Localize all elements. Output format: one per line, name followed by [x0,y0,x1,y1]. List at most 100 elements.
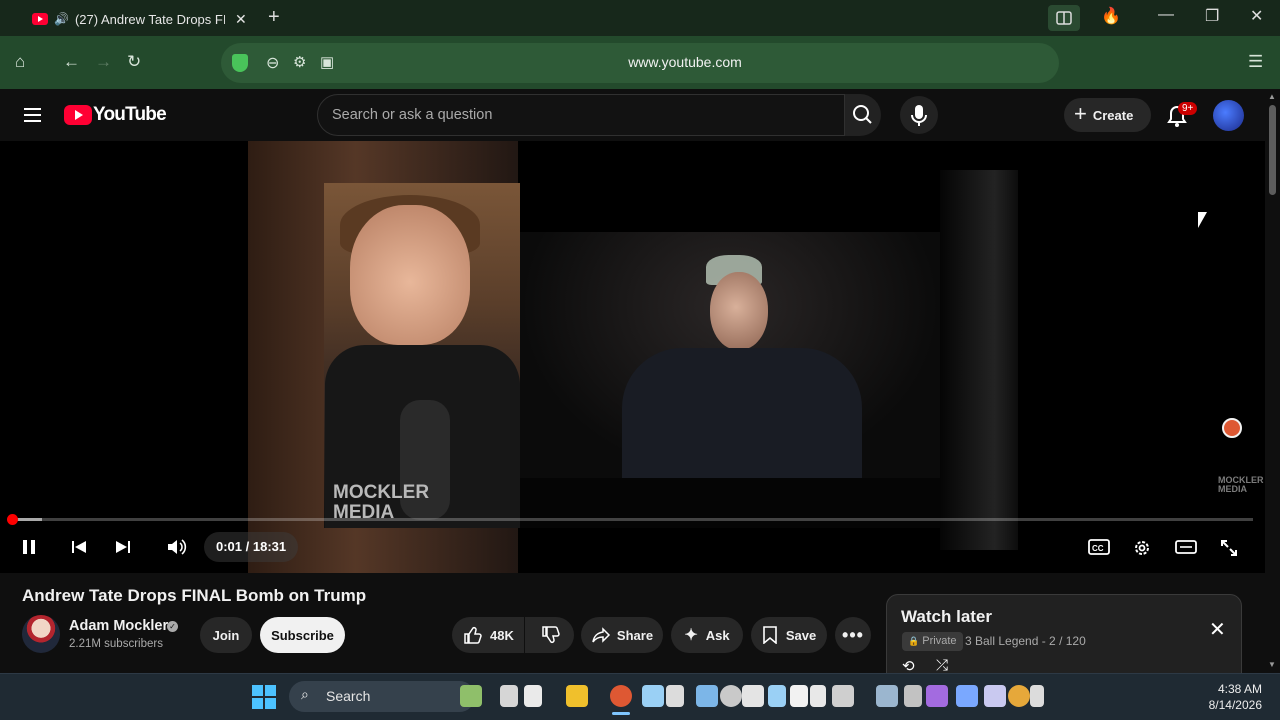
app-icon[interactable] [768,685,786,707]
settings-button[interactable] [1132,538,1152,563]
progress-scrubber[interactable] [7,514,18,525]
gear-icon [1135,541,1149,555]
reload-icon[interactable]: ↻ [127,52,141,72]
video-blur-background-right [940,170,1018,550]
share-button[interactable]: Share [581,617,663,653]
lock-icon: 🔒 [908,636,920,646]
previous-button[interactable] [70,538,88,561]
fullscreen-exit-icon [1221,540,1237,556]
app-icon[interactable] [524,685,542,707]
create-button[interactable]: + Create [1064,98,1151,132]
volume-button[interactable] [166,538,188,561]
video-guest-suit [622,348,862,478]
widget-icon[interactable] [460,685,482,707]
previous-icon [72,541,86,553]
speaker-icon[interactable]: 🔊 [54,12,69,26]
next-button[interactable] [114,538,132,561]
captions-button[interactable]: CC [1088,538,1110,561]
app-icon[interactable] [832,685,854,707]
app-icon[interactable] [720,685,742,707]
duckduckgo-icon[interactable] [1222,418,1242,438]
zoom-out-icon[interactable]: ⊖ [266,53,279,73]
windows-start-icon[interactable] [252,685,276,709]
volume-icon [168,539,187,555]
youtube-logo-text[interactable]: YouTube [93,104,167,126]
join-button[interactable]: Join [200,617,252,653]
app-icon[interactable] [742,685,764,707]
app-icon[interactable] [876,685,898,707]
taskbar-clock[interactable]: 4:38 AM 8/14/2026 [1190,681,1262,713]
progress-bar[interactable] [12,518,1253,521]
more-icon: ••• [842,624,864,645]
scrollbar-thumb[interactable] [1269,105,1276,195]
app-icon[interactable] [1030,685,1044,707]
save-button[interactable]: Save [751,617,827,653]
task-view-icon[interactable] [500,685,518,707]
notification-badge: 9+ [1178,102,1198,115]
playlist-subtitle: 3 Ball Legend - 2 / 120 [965,634,1086,648]
app-icon[interactable] [810,685,826,707]
split-view-icon [1056,11,1072,25]
home-icon[interactable]: ⌂ [15,52,25,72]
taskbar-search-label: Search [326,688,371,704]
file-explorer-icon[interactable] [566,685,588,707]
close-tab-icon[interactable]: ✕ [235,11,247,28]
forward-icon[interactable]: → [95,52,112,72]
back-icon[interactable]: ← [63,52,80,72]
video-watermark-left: MOCKLER MEDIA [333,482,430,523]
close-playlist-icon[interactable]: ✕ [1209,617,1226,642]
like-button[interactable]: 48K [452,617,524,653]
app-icon[interactable] [926,685,948,707]
duckduckgo-browser-icon[interactable] [610,685,632,707]
video-title: Andrew Tate Drops FINAL Bomb on Trump [22,586,367,605]
app-icon[interactable] [790,685,808,707]
theater-mode-button[interactable] [1175,538,1197,561]
dislike-button[interactable] [525,617,574,653]
thumbs-down-icon [541,626,560,644]
taskbar-search-icon: ⌕ [301,686,309,702]
voice-search-button[interactable] [900,96,938,134]
shield-icon[interactable] [232,54,248,72]
more-actions-button[interactable]: ••• [835,617,871,653]
menu-icon[interactable]: ☰ [1248,52,1263,72]
scroll-up-arrow-icon[interactable]: ▲ [1268,92,1276,101]
new-tab-button[interactable]: + [268,6,280,29]
clock-time: 4:38 AM [1217,682,1262,696]
app-icon[interactable] [904,685,922,707]
browser-tab[interactable]: 🔊 (27) Andrew Tate Drops FI ✕ [20,4,256,34]
url-text[interactable]: www.youtube.com [520,54,850,70]
fullscreen-button[interactable] [1219,538,1239,563]
channel-avatar[interactable] [22,615,60,653]
sparkle-icon: ✦ [684,627,698,644]
search-button[interactable] [845,94,881,136]
subscriber-count: 2.21M subscribers [69,638,163,650]
subscribe-button[interactable]: Subscribe [260,617,345,653]
split-view-button[interactable] [1048,5,1080,31]
watch-later-title[interactable]: Watch later [901,607,992,627]
minimize-button[interactable]: — [1158,6,1174,24]
video-guest-head [710,272,768,350]
site-settings-icon[interactable]: ⚙ [293,53,306,71]
time-display: 0:01 / 18:31 [204,532,299,562]
account-avatar[interactable] [1213,100,1244,131]
screenshot-icon[interactable]: ▣ [320,53,334,71]
restore-button[interactable]: ❐ [1205,6,1219,26]
taskbar-search[interactable] [289,681,475,712]
shuffle-icon[interactable]: ⤮ [936,657,948,674]
app-icon[interactable] [666,685,684,707]
app-icon[interactable] [984,685,1006,707]
youtube-logo-icon[interactable] [64,105,92,125]
close-window-button[interactable]: ✕ [1250,6,1263,26]
pause-button[interactable] [20,538,38,561]
create-label: Create [1092,107,1134,123]
app-icon[interactable] [696,685,718,707]
fire-icon[interactable]: 🔥 [1101,6,1121,26]
app-icon[interactable] [642,685,664,707]
verified-icon: ✓ [167,621,178,632]
app-icon[interactable] [956,685,978,707]
scroll-down-arrow-icon[interactable]: ▼ [1268,660,1276,669]
guide-menu-icon[interactable] [24,108,41,122]
chrome-icon[interactable] [1008,685,1030,707]
ask-button[interactable]: ✦ Ask [671,617,743,653]
channel-name[interactable]: Adam Mockler [69,618,168,634]
